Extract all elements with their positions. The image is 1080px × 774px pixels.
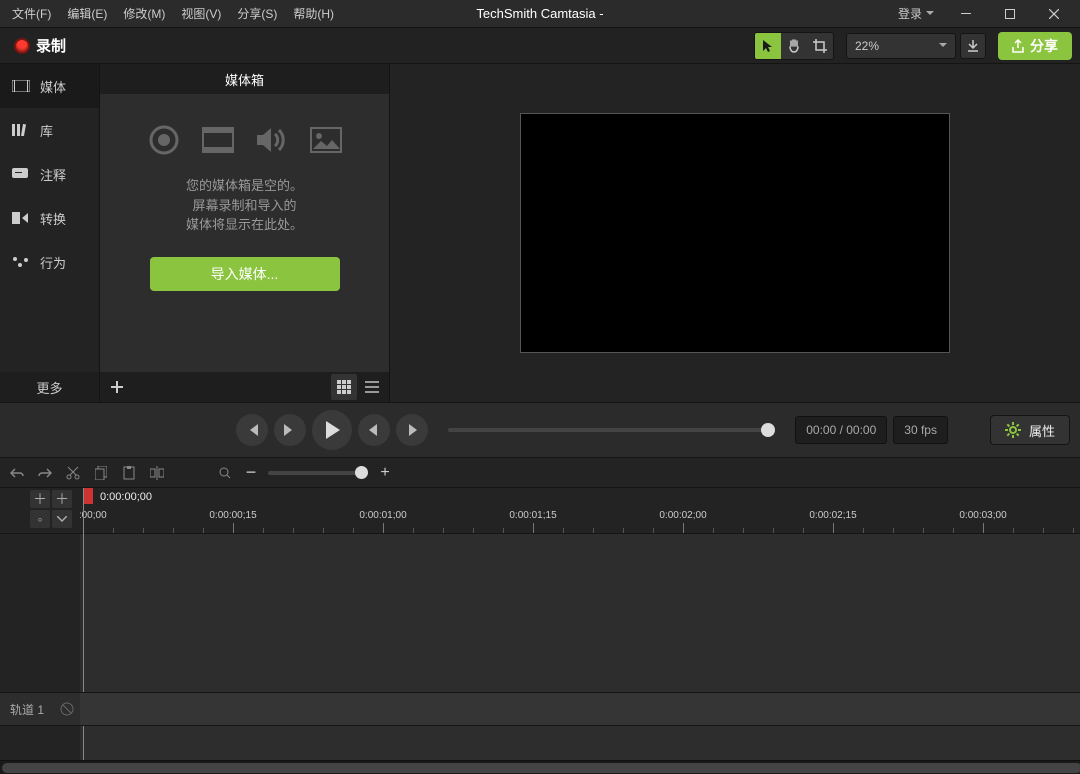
- annotations-icon: [12, 167, 30, 181]
- login-button[interactable]: 登录: [888, 1, 944, 26]
- import-media-button[interactable]: 导入媒体...: [150, 257, 340, 291]
- sidebar-item-media[interactable]: 媒体: [0, 64, 99, 108]
- record-label: 录制: [36, 35, 66, 56]
- menu-view[interactable]: 视图(V): [173, 1, 229, 26]
- maximize-button[interactable]: [988, 0, 1032, 28]
- fps-display: 30 fps: [893, 416, 948, 444]
- menu-edit[interactable]: 编辑(E): [59, 1, 115, 26]
- track-1-label[interactable]: 轨道 1: [0, 692, 80, 726]
- sidebar-item-label: 行为: [40, 253, 66, 272]
- next-frame-button[interactable]: [274, 414, 306, 446]
- chevron-down-icon: [926, 11, 934, 16]
- main-menu: 文件(F) 编辑(E) 修改(M) 视图(V) 分享(S) 帮助(H): [4, 1, 342, 26]
- media-bin-empty-text: 您的媒体箱是空的。 屏幕录制和导入的 媒体将显示在此处。: [186, 176, 303, 235]
- redo-button[interactable]: [36, 464, 54, 482]
- collapse-button[interactable]: [52, 510, 72, 528]
- download-button[interactable]: [960, 33, 986, 59]
- menu-share[interactable]: 分享(S): [229, 1, 285, 26]
- title-bar: 文件(F) 编辑(E) 修改(M) 视图(V) 分享(S) 帮助(H) Tech…: [0, 0, 1080, 28]
- media-icon: [12, 79, 30, 93]
- track-disable-icon[interactable]: [60, 702, 74, 716]
- share-button[interactable]: 分享: [998, 32, 1072, 60]
- step-back-button[interactable]: [358, 414, 390, 446]
- zoom-out-button[interactable]: −: [242, 464, 260, 482]
- sidebar-item-label: 转换: [40, 209, 66, 228]
- record-button[interactable]: 录制: [8, 33, 72, 58]
- media-bin-footer: [100, 372, 389, 402]
- crop-tool[interactable]: [807, 33, 833, 59]
- minimize-button[interactable]: [944, 0, 988, 28]
- track-option-button[interactable]: ◦: [30, 510, 50, 528]
- library-icon: [12, 123, 30, 137]
- list-view-button[interactable]: [359, 374, 385, 400]
- add-marker-button[interactable]: ＋: [30, 490, 50, 508]
- image-icon: [308, 122, 344, 158]
- step-forward-button[interactable]: [396, 414, 428, 446]
- grid-view-button[interactable]: [331, 374, 357, 400]
- playhead-marker-icon[interactable]: [83, 488, 93, 504]
- paste-button[interactable]: [120, 464, 138, 482]
- app-title: TechSmith Camtasia -: [476, 6, 603, 21]
- menu-file[interactable]: 文件(F): [4, 1, 59, 26]
- close-button[interactable]: [1032, 0, 1076, 28]
- toolbar: 录制 22% 分享: [0, 28, 1080, 64]
- sidebar-item-annotations[interactable]: 注释: [0, 152, 99, 196]
- main-area: 媒体 库 注释 转换 行为 更多 媒体箱: [0, 64, 1080, 402]
- record-circle-icon: [146, 122, 182, 158]
- timeline-toolbar: − +: [0, 458, 1080, 488]
- sidebar-item-transitions[interactable]: 转换: [0, 196, 99, 240]
- timeline-track-header: ＋ ＋ ◦ 轨道 1: [0, 488, 80, 760]
- transitions-icon: [12, 211, 30, 225]
- sidebar-item-label: 媒体: [40, 77, 66, 96]
- timeline-current-time: 0:00:00;00: [80, 488, 1080, 506]
- preview-canvas[interactable]: [520, 113, 950, 353]
- sidebar-item-library[interactable]: 库: [0, 108, 99, 152]
- search-icon: [216, 464, 234, 482]
- undo-button[interactable]: [8, 464, 26, 482]
- prev-frame-button[interactable]: [236, 414, 268, 446]
- sidebar-item-label: 库: [40, 121, 53, 140]
- film-icon: [200, 122, 236, 158]
- tools-sidebar: 媒体 库 注释 转换 行为 更多: [0, 64, 100, 402]
- properties-button[interactable]: 属性: [990, 415, 1070, 445]
- playback-bar: 00:00 / 00:00 30 fps 属性: [0, 402, 1080, 458]
- timeline-zoom-slider[interactable]: [268, 471, 368, 475]
- add-track-button[interactable]: ＋: [52, 490, 72, 508]
- menu-modify[interactable]: 修改(M): [115, 1, 173, 26]
- zoom-in-button[interactable]: +: [376, 464, 394, 482]
- timeline-tracks-area[interactable]: 0:00:00;00 0:00:00;000:00:00;150:00:01;0…: [80, 488, 1080, 760]
- share-icon: [1012, 39, 1024, 53]
- select-tool[interactable]: [755, 33, 781, 59]
- timeline: ＋ ＋ ◦ 轨道 1 0:00:00;00 0:00:00;000:00:00;…: [0, 488, 1080, 760]
- speaker-icon: [254, 122, 290, 158]
- gear-icon: [1005, 422, 1021, 438]
- canvas-tool-group: [754, 32, 834, 60]
- canvas-area: [390, 64, 1080, 402]
- behaviors-icon: [12, 255, 30, 269]
- timeline-horizontal-scrollbar[interactable]: [0, 760, 1080, 774]
- pan-tool[interactable]: [781, 33, 807, 59]
- play-button[interactable]: [312, 410, 352, 450]
- timeline-ruler[interactable]: 0:00:00;000:00:00;150:00:01;000:00:01;15…: [80, 506, 1080, 534]
- media-bin-title: 媒体箱: [100, 64, 389, 94]
- add-media-button[interactable]: [104, 374, 130, 400]
- sidebar-more-button[interactable]: 更多: [0, 372, 99, 402]
- playback-slider[interactable]: [448, 428, 775, 432]
- cut-button[interactable]: [64, 464, 82, 482]
- record-icon: [14, 38, 30, 54]
- sidebar-item-label: 注释: [40, 165, 66, 184]
- canvas-zoom-select[interactable]: 22%: [846, 33, 956, 59]
- media-bin-panel: 媒体箱 您的媒体箱是空的。 屏幕录制和导入的 媒体将显示在此处。 导入媒体...: [100, 64, 390, 402]
- copy-button[interactable]: [92, 464, 110, 482]
- menu-help[interactable]: 帮助(H): [285, 1, 342, 26]
- chevron-down-icon: [939, 43, 947, 48]
- time-display: 00:00 / 00:00: [795, 416, 887, 444]
- media-type-icons: [146, 122, 344, 158]
- track-1-lane[interactable]: [80, 692, 1080, 726]
- split-button[interactable]: [148, 464, 166, 482]
- sidebar-item-behaviors[interactable]: 行为: [0, 240, 99, 284]
